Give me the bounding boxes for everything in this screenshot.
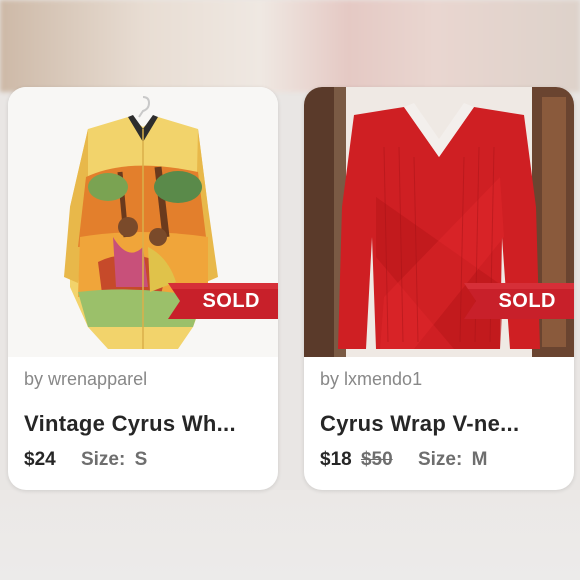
seller-line[interactable]: by lxmendo1 xyxy=(320,369,422,390)
size-value: S xyxy=(134,449,148,470)
seller-username[interactable]: wrenapparel xyxy=(48,369,147,389)
background-bottom xyxy=(0,490,580,580)
size-value: M xyxy=(471,449,488,470)
listing-card-1[interactable]: SOLD by wrenapparel Vintage Cyrus Wh... … xyxy=(8,87,278,490)
price-size-row: $18 $50 Size: M xyxy=(320,449,487,471)
listing-card-2[interactable]: SOLD by lxmendo1 Cyrus Wrap V-ne... $18 … xyxy=(304,87,574,490)
original-price: $50 xyxy=(360,449,393,470)
listing-title[interactable]: Vintage Cyrus Wh... xyxy=(24,411,236,437)
listing-price: $24 xyxy=(24,449,56,470)
size-label: Size: xyxy=(80,449,126,470)
sold-ribbon: SOLD xyxy=(464,283,574,319)
sold-label: SOLD xyxy=(498,290,556,312)
listing-title[interactable]: Cyrus Wrap V-ne... xyxy=(320,411,519,437)
listing-price: $18 xyxy=(320,449,352,470)
blurred-background-top xyxy=(0,0,580,92)
size-label: Size: xyxy=(417,449,463,470)
sold-ribbon: SOLD xyxy=(168,283,278,319)
sold-label: SOLD xyxy=(202,290,260,312)
seller-username[interactable]: lxmendo1 xyxy=(344,369,422,389)
seller-line[interactable]: by wrenapparel xyxy=(24,369,147,390)
seller-prefix: by xyxy=(24,369,44,389)
seller-prefix: by xyxy=(320,369,340,389)
price-size-row: $24 Size: S xyxy=(24,449,147,471)
